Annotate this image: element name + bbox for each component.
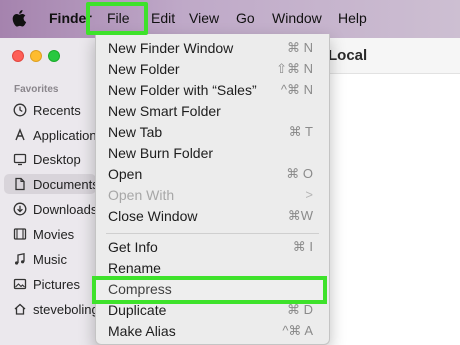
menu-item-new-tab[interactable]: New Tab ⌘ T xyxy=(96,122,329,143)
menu-item-label: Open With xyxy=(108,187,175,203)
apple-logo-icon[interactable] xyxy=(12,9,28,27)
menu-item-shortcut: ⇧⌘ N xyxy=(276,61,313,76)
sidebar-item-recents[interactable]: Recents xyxy=(4,100,96,120)
desktop-icon xyxy=(13,152,27,166)
sidebar-item-label: Downloads xyxy=(33,201,96,217)
menu-item-new-burn-folder[interactable]: New Burn Folder xyxy=(96,143,329,164)
menu-item-label: Open xyxy=(108,166,143,182)
menu-item-shortcut: ⌘W xyxy=(287,208,313,223)
menu-item-shortcut: ⌘ O xyxy=(286,166,313,181)
applications-icon xyxy=(13,128,27,142)
download-icon xyxy=(13,202,27,216)
menu-item-label: New Folder xyxy=(108,61,180,77)
file-menu-highlight xyxy=(86,2,148,35)
close-window-icon[interactable] xyxy=(12,50,24,62)
menu-item-get-info[interactable]: Get Info ⌘ I xyxy=(96,237,329,258)
submenu-arrow-icon: > xyxy=(305,187,313,202)
menu-item-new-folder-with-selection[interactable]: New Folder with “Sales” ^⌘ N xyxy=(96,80,329,101)
menu-item-open-with: Open With > xyxy=(96,185,329,206)
menu-item-label: Rename xyxy=(108,260,161,276)
menu-item-close-window[interactable]: Close Window ⌘W xyxy=(96,206,329,227)
menu-edit[interactable]: Edit xyxy=(151,10,175,26)
sidebar-item-desktop[interactable]: Desktop xyxy=(4,149,96,169)
menu-item-label: Duplicate xyxy=(108,302,167,318)
sidebar-item-home[interactable]: steveboling xyxy=(4,299,96,319)
sidebar-item-label: Recents xyxy=(33,102,81,118)
menu-item-label: Close Window xyxy=(108,208,198,224)
film-icon xyxy=(13,227,27,241)
sidebar-item-pictures[interactable]: Pictures xyxy=(4,274,96,294)
sidebar: Favorites Recents Applications Desktop D… xyxy=(0,38,100,345)
sidebar-item-label: Movies xyxy=(33,226,75,242)
menu-item-shortcut: ^⌘ N xyxy=(280,82,313,97)
minimize-window-icon[interactable] xyxy=(30,50,42,62)
sidebar-item-label: Music xyxy=(33,251,67,267)
home-icon xyxy=(13,302,27,316)
sidebar-item-applications[interactable]: Applications xyxy=(4,125,96,145)
sidebar-item-label: Desktop xyxy=(33,151,81,167)
menu-item-open[interactable]: Open ⌘ O xyxy=(96,164,329,185)
photo-icon xyxy=(13,277,27,291)
clock-icon xyxy=(13,103,27,117)
menu-item-shortcut: ^⌘ A xyxy=(282,323,313,338)
sidebar-item-documents[interactable]: Documents xyxy=(4,174,96,194)
menu-item-new-smart-folder[interactable]: New Smart Folder xyxy=(96,101,329,122)
sidebar-item-label: Documents xyxy=(33,176,96,192)
menu-bar: Finder File Edit View Go Window Help xyxy=(0,0,460,38)
menu-item-shortcut: ⌘ T xyxy=(288,124,313,139)
wikihow-watermark: wikiHow xyxy=(388,322,447,339)
sidebar-item-label: Applications xyxy=(33,127,96,143)
music-note-icon xyxy=(13,252,27,266)
sidebar-item-movies[interactable]: Movies xyxy=(4,224,96,244)
menu-item-label: New Finder Window xyxy=(108,40,234,56)
menu-item-shortcut: ⌘ N xyxy=(287,40,313,55)
menu-item-label: Get Info xyxy=(108,239,158,255)
menu-item-shortcut: ⌘ I xyxy=(292,239,313,254)
menu-go[interactable]: Go xyxy=(236,10,255,26)
sidebar-item-downloads[interactable]: Downloads xyxy=(4,199,96,219)
sidebar-item-label: steveboling xyxy=(33,301,96,317)
sidebar-item-label: Pictures xyxy=(33,276,80,292)
menu-separator xyxy=(106,233,319,234)
document-icon xyxy=(13,177,27,191)
menu-item-shortcut: ⌘ D xyxy=(287,302,313,317)
menu-window[interactable]: Window xyxy=(272,10,322,26)
window-title: Local xyxy=(328,47,368,64)
menu-item-label: New Smart Folder xyxy=(108,103,221,119)
compress-highlight xyxy=(92,276,327,304)
menu-item-label: New Folder with “Sales” xyxy=(108,82,257,98)
menu-item-label: Make Alias xyxy=(108,323,176,339)
sidebar-item-music[interactable]: Music xyxy=(4,249,96,269)
menu-view[interactable]: View xyxy=(189,10,219,26)
menu-item-make-alias[interactable]: Make Alias ^⌘ A xyxy=(96,321,329,342)
favorites-section-label: Favorites xyxy=(14,84,59,95)
menu-item-label: New Burn Folder xyxy=(108,145,214,161)
menu-help[interactable]: Help xyxy=(338,10,367,26)
menu-item-new-finder-window[interactable]: New Finder Window ⌘ N xyxy=(96,38,329,59)
zoom-window-icon[interactable] xyxy=(48,50,60,62)
menu-item-new-folder[interactable]: New Folder ⇧⌘ N xyxy=(96,59,329,80)
menu-item-label: New Tab xyxy=(108,124,163,140)
